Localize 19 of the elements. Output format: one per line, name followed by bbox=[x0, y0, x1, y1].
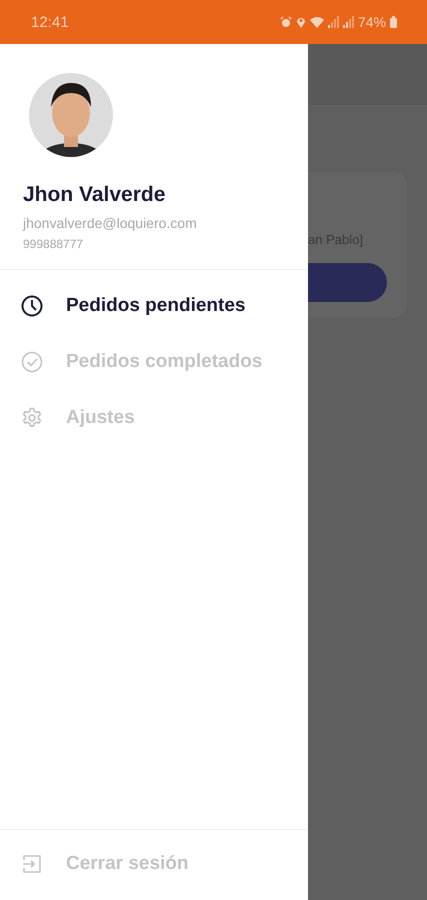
battery-level: 74% bbox=[358, 14, 386, 30]
logout-item[interactable]: Cerrar sesión bbox=[0, 836, 308, 892]
alarm-icon bbox=[280, 16, 292, 28]
signal-icon bbox=[342, 16, 354, 28]
status-time: 12:41 bbox=[31, 14, 69, 30]
wifi-icon bbox=[310, 16, 324, 28]
menu-item[interactable]: Pedidos pendientes bbox=[0, 278, 308, 334]
menu-item[interactable]: Pedidos completados bbox=[0, 334, 308, 390]
clock-icon bbox=[21, 295, 43, 317]
gear-icon bbox=[21, 407, 43, 429]
location-icon bbox=[296, 16, 306, 28]
logout-icon bbox=[21, 853, 43, 875]
check-circle-icon bbox=[21, 351, 43, 373]
user-phone: 999888777 bbox=[23, 237, 84, 251]
user-email: jhonvalverde@loquiero.com bbox=[23, 215, 198, 231]
battery-icon bbox=[390, 16, 397, 28]
signal-icon bbox=[328, 16, 339, 28]
menu-item[interactable]: Ajustes bbox=[0, 390, 308, 446]
user-name: Jhon Valverde bbox=[23, 183, 166, 207]
